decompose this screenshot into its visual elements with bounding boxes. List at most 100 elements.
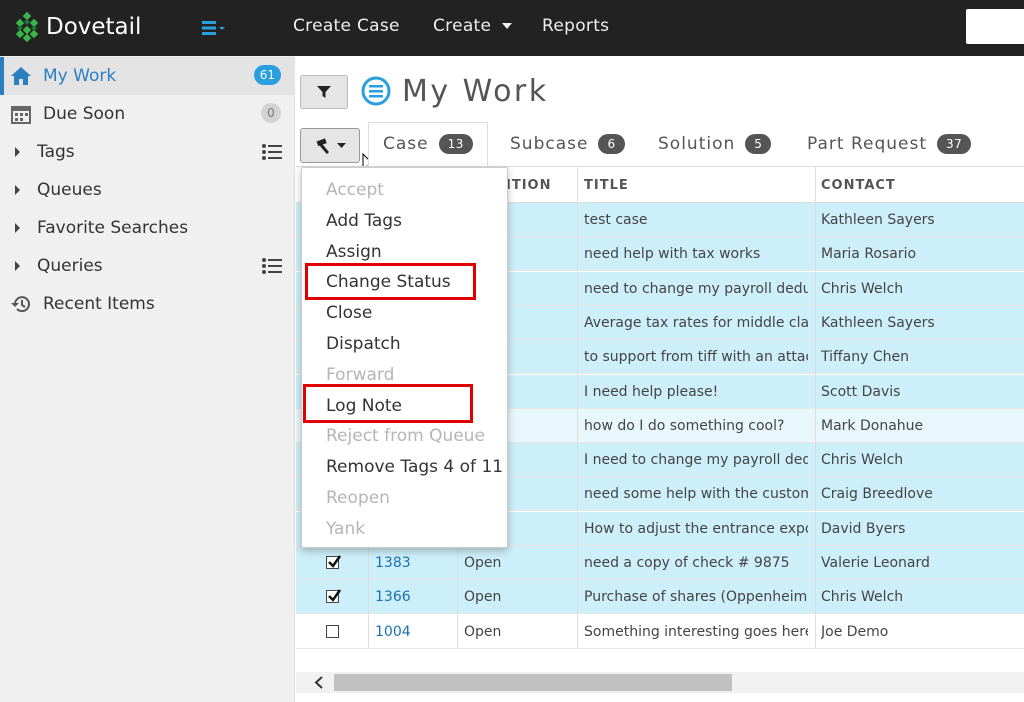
count-badge: 61 (253, 65, 281, 85)
title-cell: test case (584, 212, 648, 228)
contact-cell: Kathleen Sayers (821, 212, 935, 228)
title-cell: need a copy of check # 9875 (584, 555, 790, 571)
highlight-box (305, 263, 476, 300)
sidebar-item-recent-items[interactable]: Recent Items (0, 285, 295, 323)
contact-cell: Maria Rosario (821, 246, 917, 263)
title-cell: Purchase of shares (Oppenheimer (584, 589, 808, 606)
menu-item-remove-tags-4-of-11[interactable]: Remove Tags 4 of 11 (326, 457, 503, 477)
title-cell: I need help please! (584, 383, 719, 400)
scrollbar-thumb[interactable] (334, 674, 732, 691)
title-cell: Average tax rates for middle class (584, 314, 808, 331)
list-icon[interactable] (262, 144, 282, 160)
tab-count-badge: 5 (745, 134, 772, 154)
caret-down-icon (336, 142, 346, 148)
caret-right-icon (15, 147, 20, 157)
menu-item-close[interactable]: Close (326, 303, 372, 323)
menu-item-add-tags[interactable]: Add Tags (326, 211, 402, 231)
brand-name: Dovetail (46, 14, 142, 40)
tab-count-badge: 37 (937, 134, 972, 154)
nav-create-case[interactable]: Create Case (293, 16, 400, 36)
menu-item-dispatch[interactable]: Dispatch (326, 334, 401, 354)
table-row[interactable]: 1004 Open Something interesting goes here J… (296, 614, 1024, 649)
list-circle-icon (361, 76, 391, 106)
caret-right-icon (15, 261, 20, 271)
sidebar-item-label: Due Soon (43, 104, 126, 124)
sidebar-item-queries[interactable]: Queries (0, 247, 295, 285)
tab-count-badge: 13 (438, 134, 473, 154)
sidebar-item-tags[interactable]: Tags (0, 133, 295, 171)
title-cell: Something interesting goes here (584, 623, 808, 640)
contact-cell: Tiffany Chen (821, 349, 909, 366)
search-input[interactable] (966, 9, 1024, 44)
sidebar-item-my-work[interactable]: My Work 61 (0, 57, 295, 95)
tab-count-badge: 6 (598, 134, 625, 154)
contact-cell: David Byers (821, 520, 906, 537)
sidebar-item-label: Recent Items (43, 294, 155, 314)
title-cell: need help with tax works (584, 246, 761, 263)
row-checkbox[interactable] (326, 624, 339, 638)
row-checkbox[interactable] (326, 589, 342, 604)
list-icon[interactable] (262, 258, 282, 274)
menu-item-reject-from-queue: Reject from Queue (326, 426, 485, 447)
menu-toggle-icon[interactable] (200, 18, 228, 38)
condition-cell: Open (464, 589, 502, 606)
title-cell: to support from tiff with an attach (584, 349, 808, 366)
brand[interactable]: Dovetail (12, 12, 141, 42)
sidebar-item-label: Queries (37, 256, 103, 276)
contact-cell: Joe Demo (821, 623, 889, 640)
tab-label: Case (383, 134, 429, 154)
tab-solution[interactable]: Solution 5 (658, 122, 772, 166)
table-row[interactable]: 1383 Open need a copy of check # 9875 Valer… (296, 546, 1024, 580)
case-id-link[interactable]: 1366 (375, 589, 411, 605)
tab-case[interactable]: Case 13 (368, 122, 488, 166)
horizontal-scrollbar[interactable] (296, 672, 1024, 693)
sidebar-item-label: Tags (37, 142, 75, 162)
title-cell: I need to change my payroll deduc (584, 452, 808, 469)
top-navbar: Dovetail Create Case Create Reports (0, 0, 1024, 56)
home-icon (11, 67, 31, 85)
contact-cell: Craig Breedlove (821, 486, 933, 503)
dovetail-logo-icon (15, 12, 39, 42)
sidebar-item-queues[interactable]: Queues (0, 171, 295, 209)
menu-item-assign[interactable]: Assign (326, 242, 382, 262)
sidebar: My Work 61 Due Soon 0 Tags Queues Favori… (0, 56, 295, 702)
tab-label: Part Request (807, 134, 928, 154)
tab-label: Subcase (510, 134, 589, 154)
contact-cell: Kathleen Sayers (821, 314, 935, 331)
nav-reports[interactable]: Reports (542, 16, 609, 36)
title-cell: How to adjust the entrance exposu (584, 520, 808, 537)
nav-create-label: Create (433, 16, 492, 36)
column-header-title[interactable]: TITLE (584, 178, 629, 193)
contact-cell: Chris Welch (821, 589, 904, 606)
menu-item-yank: Yank (326, 518, 366, 539)
tab-part-request[interactable]: Part Request 37 (807, 122, 972, 166)
column-header-contact[interactable]: CONTACT (821, 178, 896, 193)
case-id-link[interactable]: 1004 (375, 624, 411, 640)
caret-right-icon (15, 185, 20, 195)
caret-down-icon (502, 23, 513, 29)
filter-button[interactable] (300, 75, 348, 109)
calendar-icon (11, 106, 31, 124)
sidebar-item-favorite-searches[interactable]: Favorite Searches (0, 209, 295, 247)
tab-subcase[interactable]: Subcase 6 (510, 122, 625, 166)
scroll-left-icon[interactable] (314, 676, 324, 689)
case-id-link[interactable]: 1383 (375, 555, 411, 571)
actions-dropdown-button[interactable] (300, 128, 360, 163)
column-divider (815, 166, 816, 648)
caret-right-icon (15, 223, 20, 233)
row-checkbox[interactable] (326, 555, 342, 569)
count-badge: 0 (261, 103, 281, 123)
table-row[interactable]: 1366 Open Purchase of shares (Oppenheimer C… (296, 580, 1024, 615)
highlight-box (303, 384, 473, 423)
title-cell: need some help with the custom a (584, 486, 808, 503)
condition-cell: Open (464, 555, 502, 571)
sidebar-item-due-soon[interactable]: Due Soon 0 (0, 95, 295, 133)
actions-menu: Accept Add Tags Assign Change Status Close Di… (301, 167, 508, 548)
menu-item-accept: Accept (326, 180, 384, 200)
tab-label: Solution (658, 134, 736, 154)
hammer-icon (316, 137, 329, 154)
menu-item-forward: Forward (326, 364, 395, 385)
nav-create[interactable]: Create (433, 16, 513, 36)
column-header-condition[interactable]: ITION (506, 178, 551, 193)
sidebar-item-label: My Work (43, 66, 117, 86)
